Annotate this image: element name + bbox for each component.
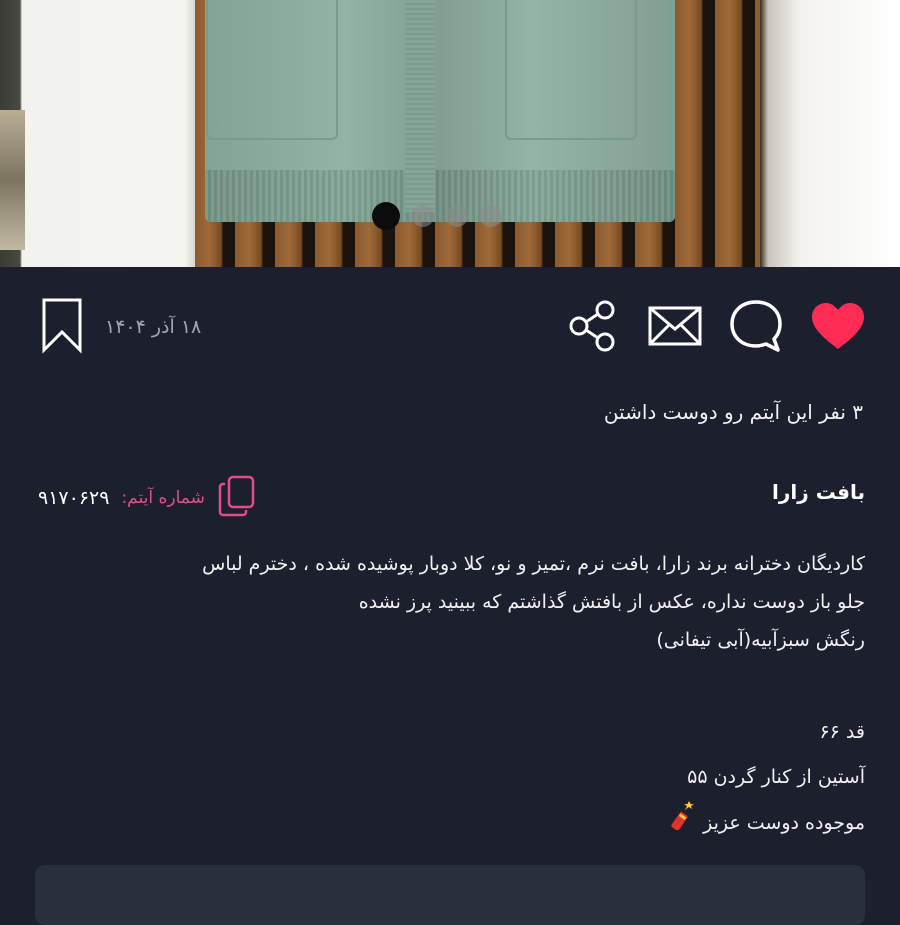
detail-size: قد ۶۶ [819, 721, 865, 743]
item-description: کاردیگان دخترانه برند زارا، بافت نرم ،تم… [30, 545, 865, 659]
heart-icon [810, 301, 866, 355]
photo-wall-left [0, 0, 195, 267]
item-details: قد ۶۶ آستین از کنار گردن ۵۵ موجوده دوست … [671, 710, 865, 847]
photo-pocket-left [206, 0, 338, 140]
photo-shelf [0, 110, 25, 250]
post-date: ۱۸ آذر ۱۴۰۴ [105, 316, 202, 338]
share-icon [565, 298, 621, 358]
gallery-dots [372, 202, 502, 230]
bookmark-icon [38, 296, 86, 360]
share-button[interactable] [565, 300, 621, 356]
detail-availability: موجوده دوست عزیز [671, 800, 865, 847]
photo-pocket-right [505, 0, 637, 140]
message-button[interactable] [647, 300, 703, 356]
gallery-dot[interactable] [446, 205, 468, 227]
copy-icon[interactable] [217, 474, 257, 522]
item-photo[interactable] [0, 0, 900, 267]
photo-wall-right [760, 0, 900, 267]
availability-text: موجوده دوست عزیز [703, 812, 865, 834]
envelope-icon [647, 305, 703, 351]
description-line: رنگش سبزآبیه(آبی تیفانی) [656, 629, 865, 651]
bookmark-button[interactable] [34, 298, 90, 356]
detail-sleeve: آستین از کنار گردن ۵۵ [687, 766, 865, 788]
likes-count-text[interactable]: ۳ نفر این آیتم رو دوست داشتن [604, 400, 863, 424]
like-button[interactable] [810, 300, 866, 356]
item-number-label: شماره آیتم: [121, 488, 205, 508]
firecracker-icon [671, 800, 697, 847]
item-number-value: ۹۱۷۰۶۲۹ [38, 487, 110, 509]
gallery-dot[interactable] [480, 205, 502, 227]
comment-icon [728, 298, 784, 358]
gallery-dot-active[interactable] [372, 202, 400, 230]
description-line: کاردیگان دخترانه برند زارا، بافت نرم ،تم… [202, 553, 865, 575]
comment-button[interactable] [728, 300, 784, 356]
item-title: بافت زارا [772, 480, 865, 504]
gallery-dot[interactable] [412, 205, 434, 227]
description-line: جلو باز دوست نداره، عکس از بافتش گذاشتم … [358, 591, 865, 613]
item-number[interactable]: ۹۱۷۰۶۲۹ شماره آیتم: [38, 474, 257, 522]
bottom-card[interactable] [35, 865, 865, 925]
photo-cardigan-placket [405, 0, 435, 212]
